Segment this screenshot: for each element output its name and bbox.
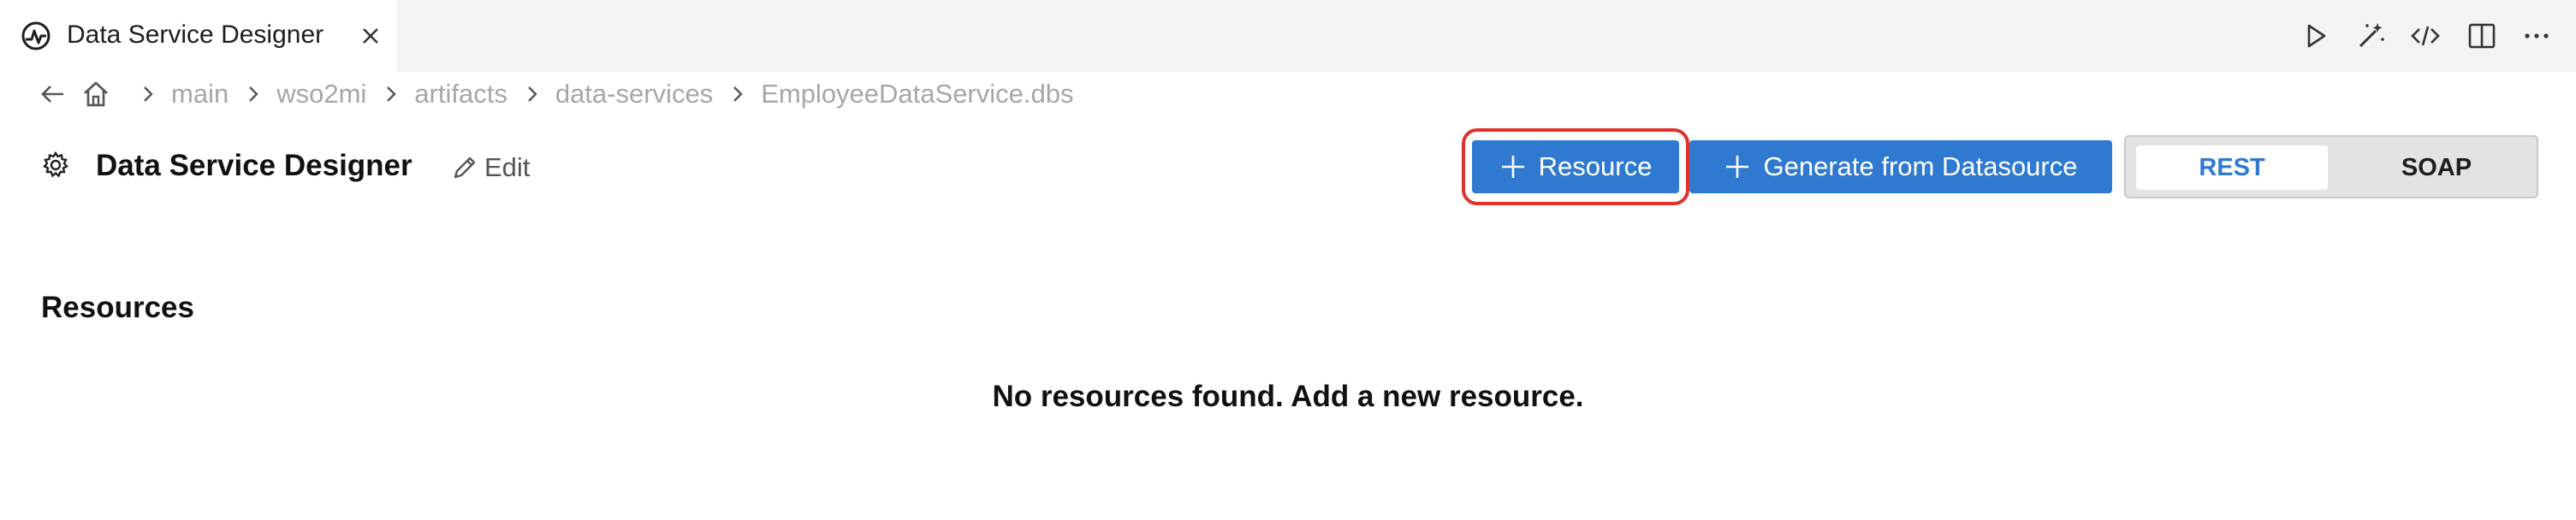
breadcrumb-item[interactable]: artifacts (414, 79, 507, 109)
plus-icon (1501, 156, 1524, 178)
breadcrumb-item[interactable]: main (171, 79, 229, 109)
edit-label: Edit (484, 152, 531, 182)
breadcrumb-item[interactable]: data-services (555, 79, 713, 109)
magic-wand-icon[interactable] (2353, 19, 2388, 53)
chevron-right-icon (527, 86, 537, 102)
split-editor-icon[interactable] (2465, 19, 2499, 53)
soap-option[interactable]: SOAP (2342, 145, 2531, 190)
plus-icon (1726, 156, 1749, 178)
more-icon[interactable] (2520, 19, 2554, 53)
editor-tab[interactable]: Data Service Designer (0, 0, 397, 72)
generate-label: Generate from Datasource (1763, 151, 2078, 181)
run-icon[interactable] (2299, 19, 2333, 53)
rest-option[interactable]: REST (2136, 145, 2328, 190)
chevron-right-icon (733, 86, 743, 102)
breadcrumb-item[interactable]: wso2mi (276, 79, 366, 109)
add-resource-button[interactable]: Resource (1472, 140, 1679, 193)
tab-title: Data Service Designer (67, 21, 324, 49)
breadcrumb-item-current: EmployeeDataService.dbs (761, 79, 1074, 109)
gear-icon[interactable] (41, 151, 70, 180)
page-title: Data Service Designer (96, 149, 413, 182)
close-icon[interactable] (356, 21, 385, 50)
chevron-right-icon (144, 86, 153, 102)
back-arrow-icon[interactable] (38, 79, 68, 109)
resources-heading: Resources (41, 291, 194, 324)
edit-button[interactable]: Edit (450, 151, 530, 185)
code-icon[interactable] (2408, 19, 2442, 53)
generate-from-datasource-button[interactable]: Generate from Datasource (1689, 140, 2112, 193)
add-resource-label: Resource (1538, 151, 1653, 181)
editor-tab-bar: Data Service Designer (0, 0, 2576, 72)
empty-state-message: No resources found. Add a new resource. (992, 380, 1584, 413)
wso2mi-icon (21, 21, 50, 50)
chevron-right-icon (387, 86, 396, 102)
chevron-right-icon (249, 86, 258, 102)
breadcrumb: main wso2mi artifacts data-services Empl… (38, 77, 1073, 111)
home-icon[interactable] (80, 79, 111, 109)
protocol-toggle: REST SOAP (2124, 135, 2538, 198)
pencil-icon (454, 157, 476, 179)
